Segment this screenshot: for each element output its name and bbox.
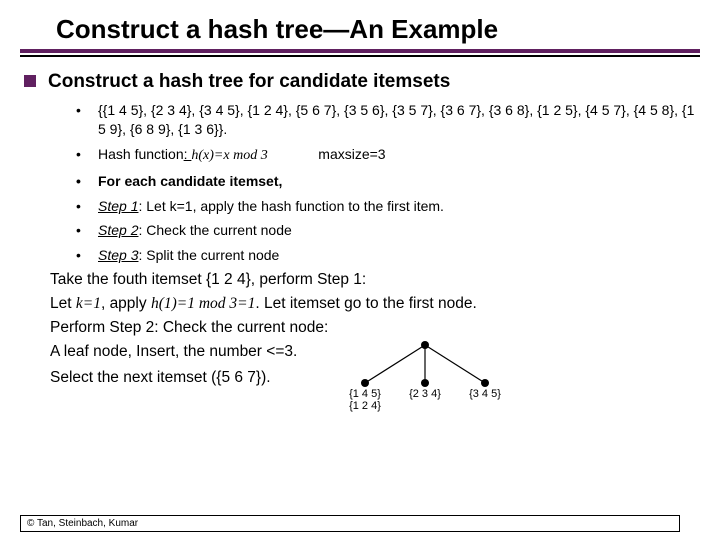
- sub-step-3: Step 3: Split the current node: [76, 246, 700, 265]
- tree-leaf-1b: {1 2 4}: [349, 400, 381, 412]
- para-leaf-insert-group: A leaf node, Insert, the number <=3. Sel…: [50, 343, 297, 387]
- sub-for-each: For each candidate itemset,: [76, 172, 700, 191]
- bullet-square-icon: [24, 75, 36, 87]
- p2c: . Let itemset go to the first node.: [255, 295, 476, 312]
- main-bullet-text: Construct a hash tree for candidate item…: [48, 71, 450, 93]
- step3-label: Step 3: [98, 247, 138, 263]
- hash-tree-diagram: {1 4 5} {1 2 4} {2 3 4} {3 4 5}: [325, 337, 525, 415]
- hash-gap: [268, 146, 319, 162]
- p2a: Let: [50, 295, 76, 312]
- para-perform-step2: Perform Step 2: Check the current node:: [50, 319, 700, 337]
- footer-credit: © Tan, Steinbach, Kumar: [20, 515, 680, 532]
- slide: Construct a hash tree—An Example Constru…: [0, 0, 720, 540]
- sub-itemsets: {{1 4 5}, {2 3 4}, {3 4 5}, {1 2 4}, {5 …: [76, 101, 700, 139]
- main-bullet: Construct a hash tree for candidate item…: [24, 71, 700, 93]
- para-take-itemset: Take the fouth itemset {1 2 4}, perform …: [50, 271, 700, 289]
- step1-label: Step 1: [98, 198, 138, 214]
- tree-leaf-node-2: [421, 379, 429, 387]
- tree-leaf-3: {3 4 5}: [469, 388, 501, 400]
- sub-step-1: Step 1: Let k=1, apply the hash function…: [76, 197, 700, 216]
- rule-thin: [20, 55, 700, 57]
- para-leaf-insert: A leaf node, Insert, the number <=3.: [50, 343, 297, 361]
- step1-text: : Let k=1, apply the hash function to th…: [138, 198, 443, 214]
- hash-fn: h(x)=x mod 3: [191, 148, 267, 163]
- para-leaf-row: A leaf node, Insert, the number <=3. Sel…: [50, 343, 700, 415]
- p2-k: k=1: [76, 295, 101, 312]
- sub-step-2: Step 2: Check the current node: [76, 221, 700, 240]
- tree-leaf-2: {2 3 4}: [409, 388, 441, 400]
- tree-leaf-node-3: [481, 379, 489, 387]
- tree-edge-3: [425, 345, 485, 383]
- p2b: , apply: [101, 295, 151, 312]
- rule-thick: [20, 49, 700, 53]
- hash-label: Hash function: [98, 146, 184, 162]
- p2-h: h(1)=1 mod 3=1: [151, 295, 255, 312]
- para-select-next: Select the next itemset ({5 6 7}).: [50, 369, 297, 387]
- sub-bullet-list: {{1 4 5}, {2 3 4}, {3 4 5}, {1 2 4}, {5 …: [76, 101, 700, 265]
- sub-hash-function: Hash function: h(x)=x mod 3 maxsize=3: [76, 145, 700, 166]
- slide-title: Construct a hash tree—An Example: [56, 14, 700, 45]
- tree-leaf-node-1: [361, 379, 369, 387]
- step3-text: : Split the current node: [138, 247, 279, 263]
- maxsize: maxsize=3: [318, 146, 385, 162]
- tree-edge-1: [365, 345, 425, 383]
- step2-text: : Check the current node: [138, 222, 291, 238]
- para-let-k: Let k=1, apply h(1)=1 mod 3=1. Let items…: [50, 295, 700, 313]
- tree-leaf-1a: {1 4 5}: [349, 388, 381, 400]
- step2-label: Step 2: [98, 222, 138, 238]
